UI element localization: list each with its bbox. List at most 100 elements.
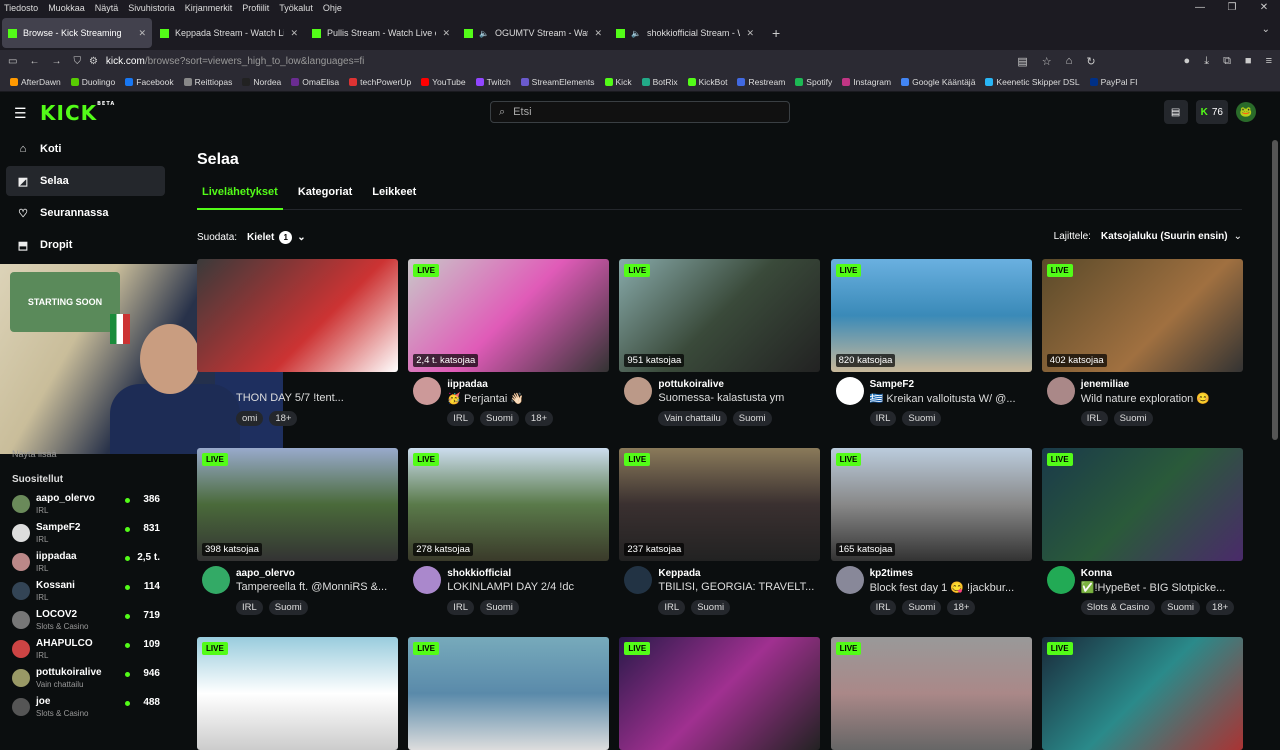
browser-tab[interactable]: 🔈 shokkiofficial Stream - Watc ✕ bbox=[610, 18, 760, 48]
browser-tab[interactable]: Pullis Stream - Watch Live on Ki ✕ bbox=[306, 18, 456, 48]
avatar[interactable] bbox=[624, 566, 653, 594]
avatar[interactable] bbox=[1046, 377, 1075, 405]
user-avatar[interactable]: 🐸 bbox=[1236, 102, 1256, 122]
stream-thumbnail[interactable]: LIVE 402 katsojaa bbox=[1041, 259, 1243, 372]
tag[interactable]: IRL bbox=[1080, 411, 1108, 426]
kick-coins-button[interactable]: K 76 bbox=[1195, 100, 1228, 124]
tag[interactable]: Suomi bbox=[479, 600, 519, 615]
stream-title[interactable]: Tampereella ft. @MonniRS &... bbox=[236, 581, 396, 593]
menu-item[interactable]: Sivuhistoria bbox=[128, 3, 175, 13]
bookmark-item[interactable]: Instagram bbox=[842, 77, 891, 87]
sidebar-item-seurannassa[interactable]: ♡ Seurannassa bbox=[6, 198, 165, 228]
show-more-link[interactable]: Näytä lisää bbox=[12, 449, 57, 459]
suggested-channel[interactable]: joe Slots & Casino 488 bbox=[12, 696, 160, 722]
stream-thumbnail[interactable]: LIVE bbox=[619, 637, 821, 750]
address-bar[interactable]: ⛉ ⚙ kick.com/browse?sort=viewers_high_to… bbox=[73, 56, 1005, 67]
stream-card[interactable]: LIVE Konna ✅!HypeBet - BIG Slotpicke... Slo… bbox=[1041, 448, 1243, 618]
tag[interactable]: 18+ bbox=[269, 411, 298, 426]
extensions-icon[interactable]: ⧉ bbox=[1223, 55, 1231, 68]
bookmark-item[interactable]: Twitch bbox=[475, 77, 511, 87]
download-icon[interactable]: ⤓ bbox=[1204, 55, 1209, 68]
channel-name[interactable]: jenemiliae bbox=[1081, 379, 1129, 390]
avatar[interactable] bbox=[835, 377, 864, 405]
tag[interactable]: Slots & Casino bbox=[1080, 600, 1156, 615]
tag[interactable]: Suomi bbox=[1113, 411, 1153, 426]
layout-button[interactable]: ▤ bbox=[1163, 100, 1188, 124]
stream-title[interactable]: Block fest day 1 😋 !jackbur... bbox=[870, 581, 1030, 594]
stream-card[interactable]: LIVE bbox=[830, 637, 1032, 750]
tag[interactable]: omi bbox=[236, 411, 264, 426]
tag[interactable]: Suomi bbox=[902, 600, 942, 615]
browser-tab[interactable]: Browse - Kick Streaming ✕ bbox=[2, 18, 152, 48]
bookmark-item[interactable]: Keenetic Skipper DSL bbox=[985, 77, 1080, 87]
stream-card[interactable]: LIVE 951 katsojaa pottukoiralive Suomessa- … bbox=[619, 259, 821, 429]
channel-name[interactable]: kp2times bbox=[870, 568, 913, 579]
stream-title[interactable]: Wild nature exploration 😊 bbox=[1081, 392, 1241, 405]
channel-name[interactable]: shokkiofficial bbox=[447, 568, 511, 579]
bookmark-item[interactable]: Nordea bbox=[242, 77, 281, 87]
stream-thumbnail[interactable]: LIVE bbox=[830, 637, 1032, 750]
addon-icon[interactable]: ■ bbox=[1245, 55, 1252, 68]
bookmark-star-icon[interactable]: ☆ bbox=[1042, 55, 1052, 68]
stream-thumbnail[interactable]: LIVE 398 katsojaa bbox=[197, 448, 398, 561]
stream-card[interactable]: LIVE bbox=[1041, 637, 1243, 750]
stream-title[interactable]: TBILISI, GEORGIA: TRAVELT... bbox=[658, 581, 818, 593]
new-tab-icon[interactable]: + bbox=[772, 25, 780, 41]
tag[interactable]: IRL bbox=[447, 411, 474, 426]
stream-card[interactable]: LIVE 398 katsojaa aapo_olervo Tampereella f… bbox=[197, 448, 398, 618]
close-tab-icon[interactable]: ✕ bbox=[746, 28, 754, 39]
stream-title[interactable]: THON DAY 5/7 !tent... bbox=[236, 392, 396, 404]
speaker-icon[interactable]: 🔈 bbox=[631, 29, 641, 38]
avatar[interactable] bbox=[202, 566, 230, 594]
stream-thumbnail[interactable]: LIVE 2,4 t. katsojaa bbox=[408, 259, 610, 372]
stream-thumbnail[interactable] bbox=[197, 259, 398, 372]
suggested-channel[interactable]: LOCOV2 Slots & Casino 719 bbox=[12, 609, 160, 635]
suggested-channel[interactable]: iippadaa IRL 2,5 t. bbox=[12, 551, 160, 577]
restore-icon[interactable]: ❐ bbox=[1216, 0, 1248, 16]
stream-thumbnail[interactable]: LIVE 820 katsojaa bbox=[830, 259, 1032, 372]
channel-name[interactable]: Keppada bbox=[658, 568, 700, 579]
channel-name[interactable]: iippadaa bbox=[447, 379, 488, 390]
channel-name[interactable]: aapo_olervo bbox=[236, 568, 295, 579]
tab-list-icon[interactable]: ⌄ bbox=[1262, 24, 1270, 35]
speaker-icon[interactable]: 🔈 bbox=[479, 29, 489, 38]
suggested-channel[interactable]: AHAPULCO IRL 109 bbox=[12, 638, 160, 664]
avatar[interactable] bbox=[624, 377, 653, 405]
tag[interactable]: 18+ bbox=[524, 411, 554, 426]
tag[interactable]: Suomi bbox=[1161, 600, 1201, 615]
reload-icon[interactable]: ↻ bbox=[1086, 55, 1095, 68]
bookmark-item[interactable]: PayPal FI bbox=[1089, 77, 1137, 87]
minimize-icon[interactable]: — bbox=[1184, 0, 1216, 16]
stream-card[interactable]: LIVE 237 katsojaa Keppada TBILISI, GEORGIA:… bbox=[619, 448, 821, 618]
bookmark-item[interactable]: Reittiopas bbox=[183, 77, 232, 87]
forward-icon[interactable]: → bbox=[51, 56, 61, 67]
suggested-channel[interactable]: aapo_olervo IRL 386 bbox=[12, 493, 160, 519]
stream-title[interactable]: 🇬🇷 Kreikan valloitusta W/ @... bbox=[870, 392, 1030, 405]
language-filter-button[interactable]: Kielet 1 ⌄ bbox=[247, 231, 306, 244]
stream-thumbnail[interactable]: LIVE bbox=[1041, 448, 1243, 561]
stream-card[interactable]: LIVE bbox=[619, 637, 821, 750]
bookmark-item[interactable]: StreamElements bbox=[520, 77, 595, 87]
sidebar-item-koti[interactable]: ⌂ Koti bbox=[6, 134, 165, 164]
stream-card[interactable]: LIVE 165 katsojaa kp2times Block fest day 1… bbox=[830, 448, 1032, 618]
bookmark-item[interactable]: Kick bbox=[604, 77, 632, 87]
stream-title[interactable]: LOKINLAMPI DAY 2/4 !dc bbox=[447, 581, 607, 593]
stream-card[interactable]: LIVE 820 katsojaa SampeF2 🇬🇷 Kreikan valloi… bbox=[830, 259, 1032, 429]
stream-card[interactable]: LIVE bbox=[408, 637, 610, 750]
browser-tab[interactable]: 🔈 OGUMTV Stream - Watch L ✕ bbox=[458, 18, 608, 48]
stream-card[interactable]: LIVE 278 katsojaa shokkiofficial LOKINLAMPI… bbox=[408, 448, 610, 618]
menu-icon[interactable]: ≡ bbox=[1266, 55, 1272, 68]
tab-2[interactable]: Leikkeet bbox=[367, 186, 421, 210]
stream-thumbnail[interactable]: LIVE bbox=[1041, 637, 1243, 750]
sort-dropdown[interactable]: Katsojaluku (Suurin ensin) ⌄ bbox=[1101, 231, 1242, 242]
tag[interactable]: IRL bbox=[236, 600, 263, 615]
stream-card[interactable]: LIVE 402 katsojaa jenemiliae Wild nature ex… bbox=[1041, 259, 1243, 429]
home-icon[interactable]: ⌂ bbox=[1066, 55, 1073, 68]
tag[interactable]: IRL bbox=[869, 411, 897, 426]
tab-0[interactable]: Livelähetykset bbox=[197, 186, 283, 210]
stream-title[interactable]: Suomessa- kalastusta ym bbox=[658, 392, 818, 404]
tag[interactable]: 18+ bbox=[947, 600, 976, 615]
bookmark-item[interactable]: YouTube bbox=[421, 77, 466, 87]
bookmark-item[interactable]: Restream bbox=[737, 77, 785, 87]
avatar[interactable] bbox=[413, 377, 442, 405]
